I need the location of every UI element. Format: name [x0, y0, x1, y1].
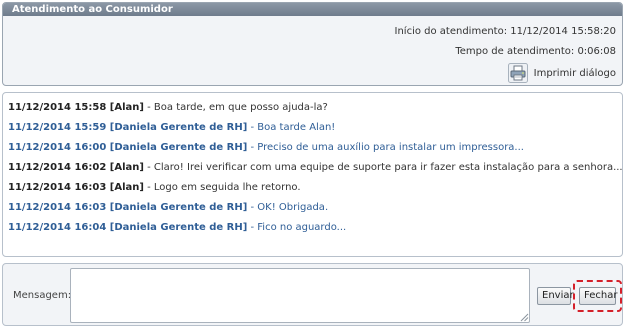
- message-text: - Boa tarde, em que posso ajuda-la?: [143, 102, 328, 113]
- message-text: - Claro! Irei verificar com uma equipe d…: [143, 162, 623, 173]
- print-dialog-label[interactable]: Imprimir diálogo: [534, 68, 616, 79]
- chat-window: Atendimento ao Consumidor Início do aten…: [0, 0, 626, 329]
- message-text: - Logo em seguida lhe retorno.: [143, 182, 301, 193]
- printer-icon[interactable]: [507, 63, 528, 83]
- message-text: - OK! Obrigada.: [247, 202, 329, 213]
- chat-message: 11/12/2014 16:02 [Alan] - Claro! Irei ve…: [3, 158, 623, 178]
- message-text: - Boa tarde Alan!: [247, 122, 336, 133]
- message-text: - Fico no aguardo...: [247, 222, 347, 233]
- session-elapsed-time: Tempo de atendimento: 0:06:08: [455, 46, 616, 57]
- session-start-time: Início do atendimento: 11/12/2014 15:58:…: [394, 26, 617, 37]
- chat-message: 11/12/2014 16:03 [Alan] - Logo em seguid…: [3, 178, 622, 198]
- close-button[interactable]: Fechar: [579, 287, 617, 305]
- message-stamp: 11/12/2014 16:03 [Daniela Gerente de RH]: [8, 202, 248, 213]
- message-composer: Mensagem: Enviar Fechar: [2, 263, 623, 326]
- message-stamp: 11/12/2014 16:02 [Alan]: [8, 162, 144, 173]
- message-stamp: 11/12/2014 16:04 [Daniela Gerente de RH]: [8, 222, 248, 233]
- message-stamp: 11/12/2014 15:58 [Alan]: [8, 102, 144, 113]
- send-button[interactable]: Enviar: [537, 287, 574, 305]
- chat-log: 11/12/2014 15:58 [Alan] - Boa tarde, em …: [2, 92, 623, 257]
- message-input[interactable]: [70, 268, 530, 323]
- message-stamp: 11/12/2014 16:03 [Alan]: [8, 182, 144, 193]
- message-field-label: Mensagem:: [13, 290, 72, 301]
- chat-message: 11/12/2014 16:03 [Daniela Gerente de RH]…: [3, 198, 622, 218]
- resize-grip-icon[interactable]: [520, 313, 529, 322]
- chat-message: 11/12/2014 16:04 [Daniela Gerente de RH]…: [3, 218, 622, 238]
- message-text: - Preciso de uma auxílio para instalar u…: [247, 142, 524, 153]
- chat-message: 11/12/2014 15:59 [Daniela Gerente de RH]…: [3, 118, 622, 138]
- message-stamp: 11/12/2014 15:59 [Daniela Gerente de RH]: [8, 122, 248, 133]
- print-dialog-button[interactable]: Imprimir diálogo: [507, 63, 616, 83]
- window-title: Atendimento ao Consumidor: [3, 3, 622, 16]
- message-stamp: 11/12/2014 16:00 [Daniela Gerente de RH]: [8, 142, 248, 153]
- chat-message: 11/12/2014 16:00 [Daniela Gerente de RH]…: [3, 138, 622, 158]
- session-info-panel: Atendimento ao Consumidor Início do aten…: [2, 2, 623, 86]
- chat-message: 11/12/2014 15:58 [Alan] - Boa tarde, em …: [3, 98, 622, 118]
